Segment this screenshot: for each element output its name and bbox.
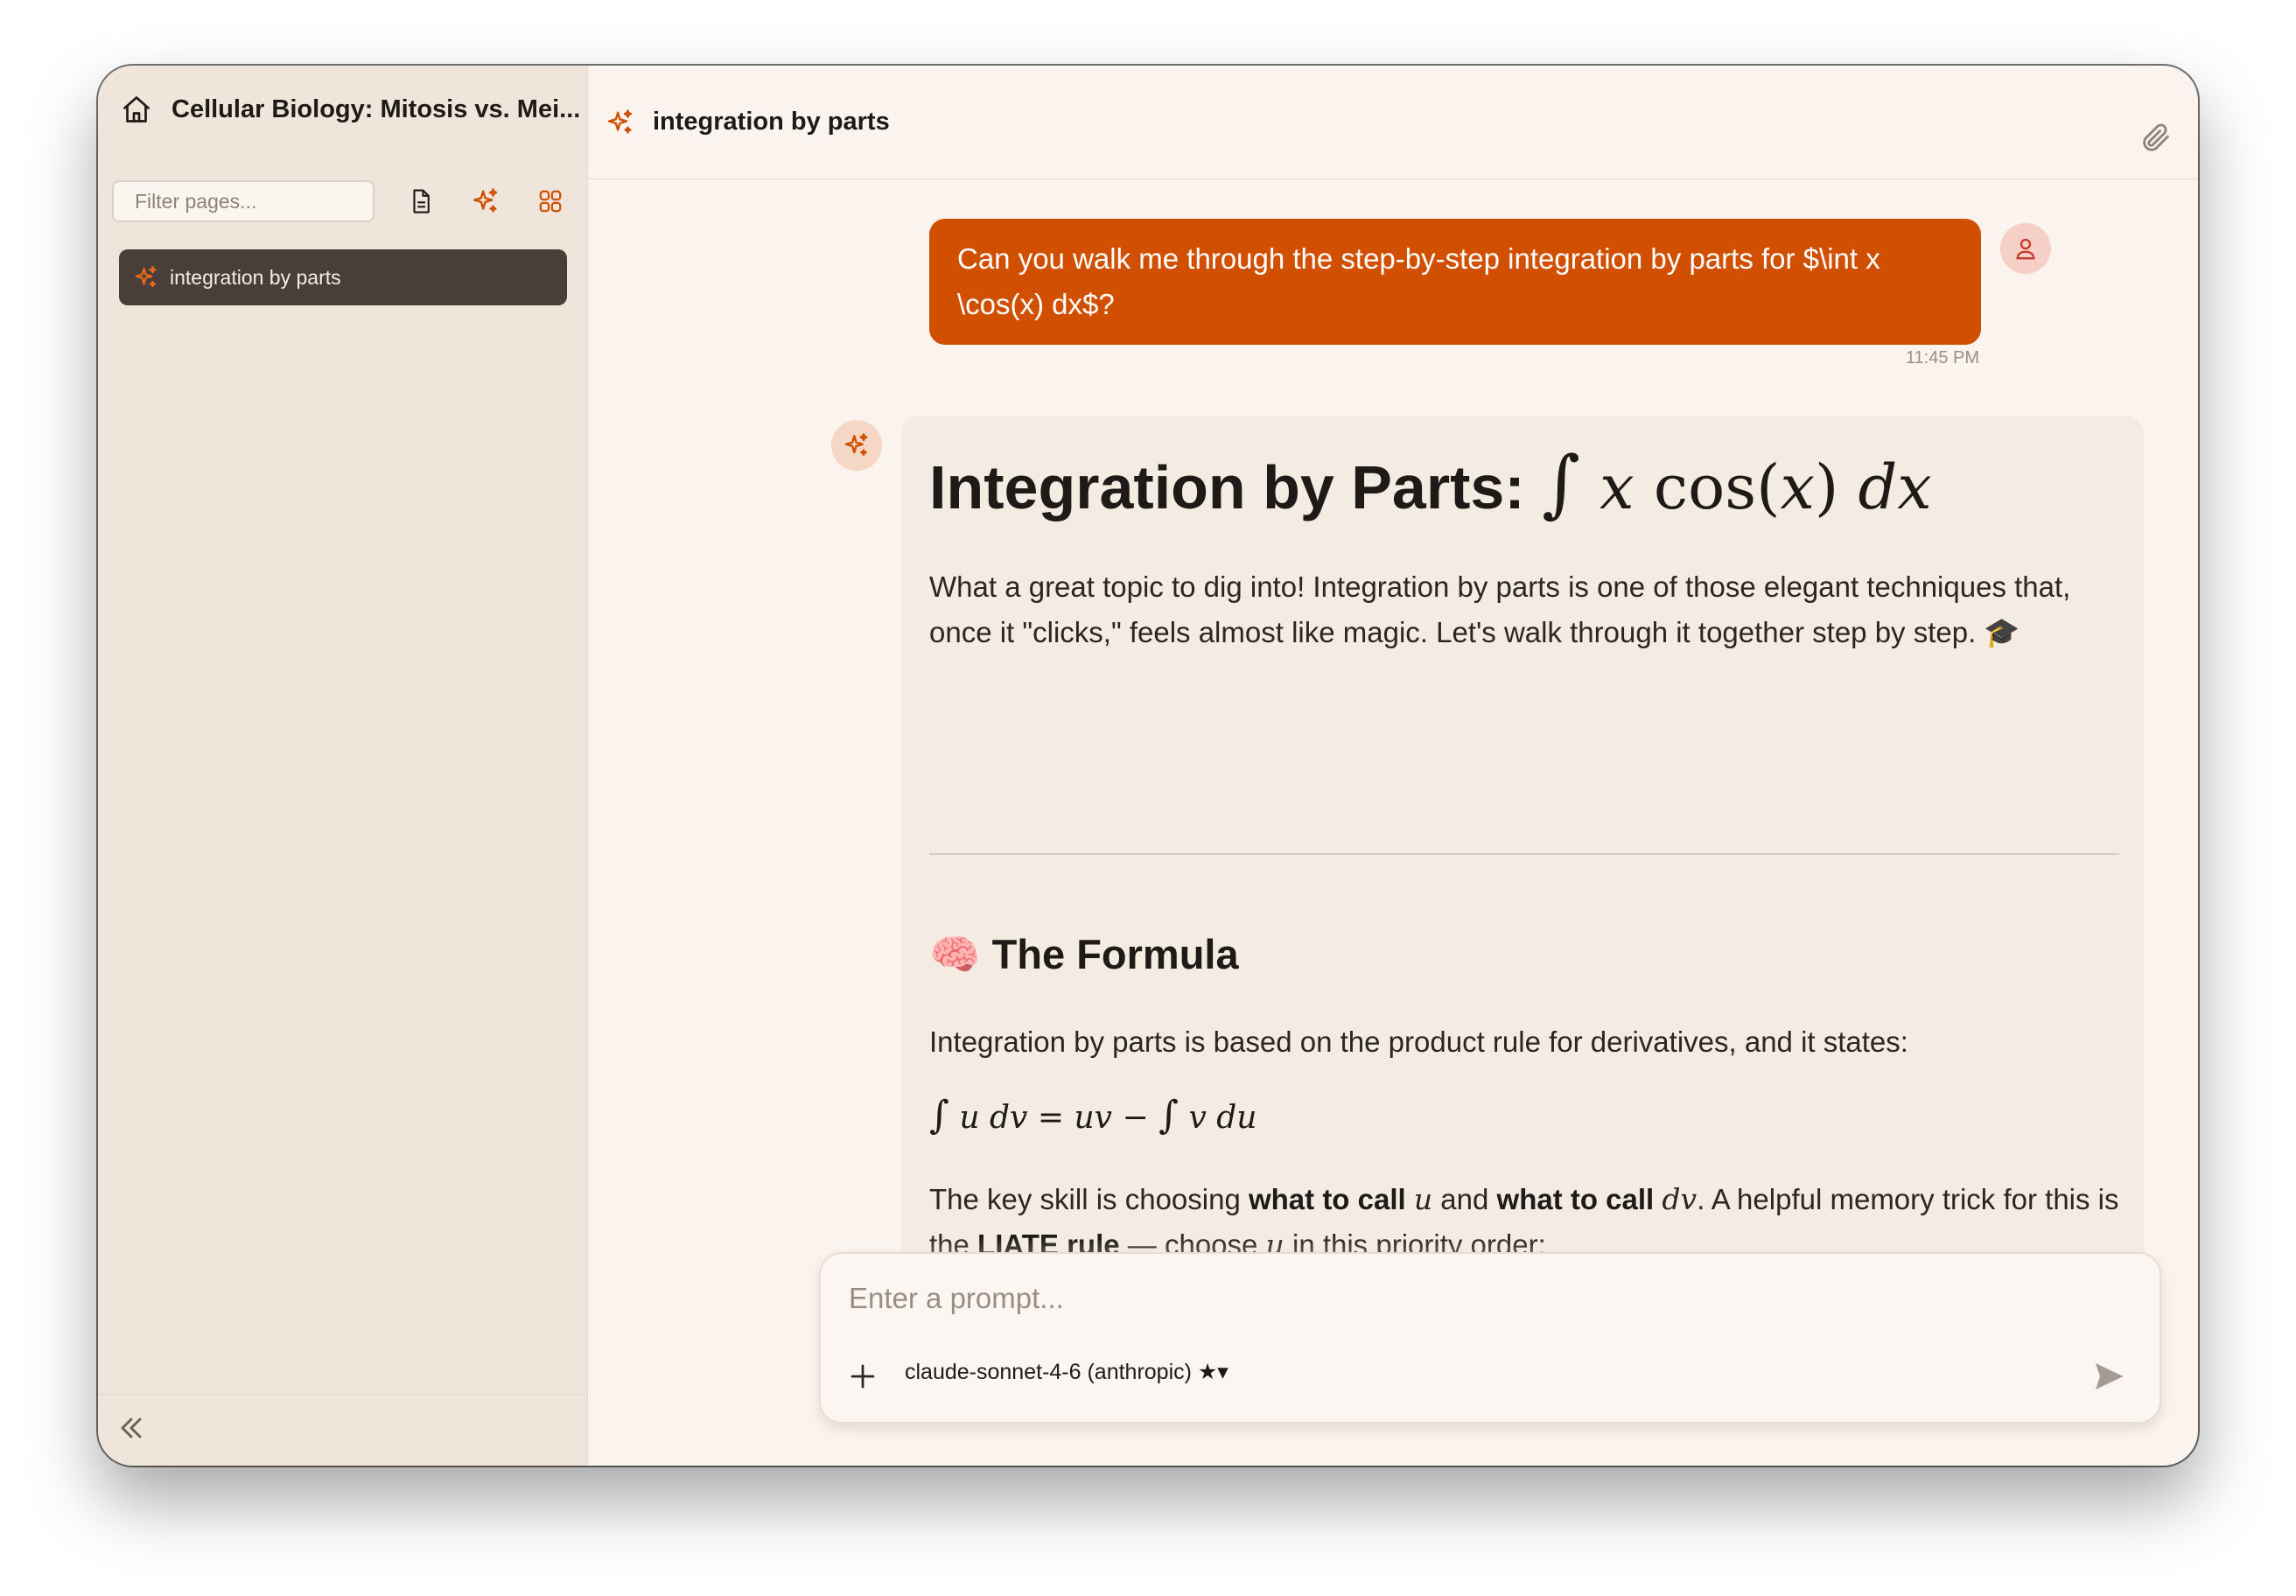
grid-view-button[interactable] bbox=[525, 179, 576, 223]
sidebar-toolbar bbox=[112, 179, 576, 223]
response-intro: What a great topic to dig into! Integrat… bbox=[929, 570, 2071, 648]
prompt-input[interactable] bbox=[849, 1277, 2109, 1320]
new-page-button[interactable] bbox=[396, 179, 446, 223]
math-dv: dv bbox=[1662, 1182, 1698, 1216]
message-timestamp: 11:45 PM bbox=[1905, 348, 1979, 368]
filter-pages-input[interactable] bbox=[112, 180, 374, 222]
sidebar: Cellular Biology: Mitosis vs. Mei... Fil… bbox=[98, 66, 588, 1466]
user-message-bubble: Can you walk me through the step-by-step… bbox=[929, 219, 1981, 345]
user-icon bbox=[2016, 238, 2035, 260]
divider bbox=[929, 853, 2119, 855]
collapse-sidebar-icon[interactable] bbox=[114, 1410, 149, 1446]
page-title: integration by parts bbox=[653, 108, 890, 136]
plus-icon[interactable] bbox=[847, 1361, 878, 1392]
sparkle-icon bbox=[608, 108, 633, 134]
text-span: and bbox=[1432, 1183, 1497, 1215]
notebook-title: Cellular Biology: Mitosis vs. Mei... bbox=[172, 94, 581, 123]
chat-header: integration by parts bbox=[588, 66, 2198, 179]
model-selector[interactable]: claude-sonnet-4-6 (anthropic) ★▾ bbox=[905, 1359, 1228, 1385]
sidebar-item-label: integration by parts bbox=[170, 265, 341, 289]
assistant-avatar bbox=[831, 420, 882, 471]
grid-icon bbox=[539, 190, 562, 213]
bold-span: what to call bbox=[1496, 1183, 1655, 1215]
response-title-text: Integration by Parts: bbox=[929, 453, 1543, 522]
response-title-math: ∫ x cos(x) dx bbox=[1542, 440, 1932, 526]
prompt-composer: claude-sonnet-4-6 (anthropic) ★▾ bbox=[819, 1252, 2161, 1424]
home-icon[interactable] bbox=[121, 94, 152, 125]
user-message-text: Can you walk me through the step-by-step… bbox=[957, 242, 1880, 320]
user-avatar bbox=[2000, 223, 2051, 274]
sparkle-icon bbox=[844, 433, 868, 456]
new-ai-page-button[interactable] bbox=[460, 179, 511, 223]
document-icon bbox=[413, 189, 430, 214]
sidebar-header: Cellular Biology: Mitosis vs. Mei... bbox=[98, 66, 588, 153]
formula-description: Integration by parts is based on the pro… bbox=[929, 1026, 1908, 1058]
main-panel: integration by parts Can you walk me thr… bbox=[588, 66, 2198, 1466]
send-icon[interactable] bbox=[2091, 1359, 2126, 1394]
section-heading-formula: 🧠 The Formula bbox=[929, 931, 1239, 977]
integration-by-parts-formula: ∫ u dv = uv − ∫ v du bbox=[929, 1093, 1257, 1138]
paperclip-icon[interactable] bbox=[2138, 120, 2174, 155]
text-span: The key skill is choosing bbox=[929, 1183, 1249, 1215]
app-window: Cellular Biology: Mitosis vs. Mei... Fil… bbox=[98, 66, 2198, 1466]
assistant-response: Integration by Parts: ∫ x cos(x) dx What… bbox=[901, 416, 2144, 1291]
sparkle-icon bbox=[135, 266, 157, 288]
sidebar-footer bbox=[98, 1394, 588, 1466]
bold-span: what to call bbox=[1248, 1183, 1406, 1215]
response-title: Integration by Parts: ∫ x cos(x) dx bbox=[929, 440, 1932, 526]
sparkle-icon bbox=[473, 188, 498, 213]
sidebar-item-integration-by-parts[interactable]: integration by parts bbox=[119, 249, 567, 305]
math-u: u bbox=[1413, 1182, 1433, 1216]
